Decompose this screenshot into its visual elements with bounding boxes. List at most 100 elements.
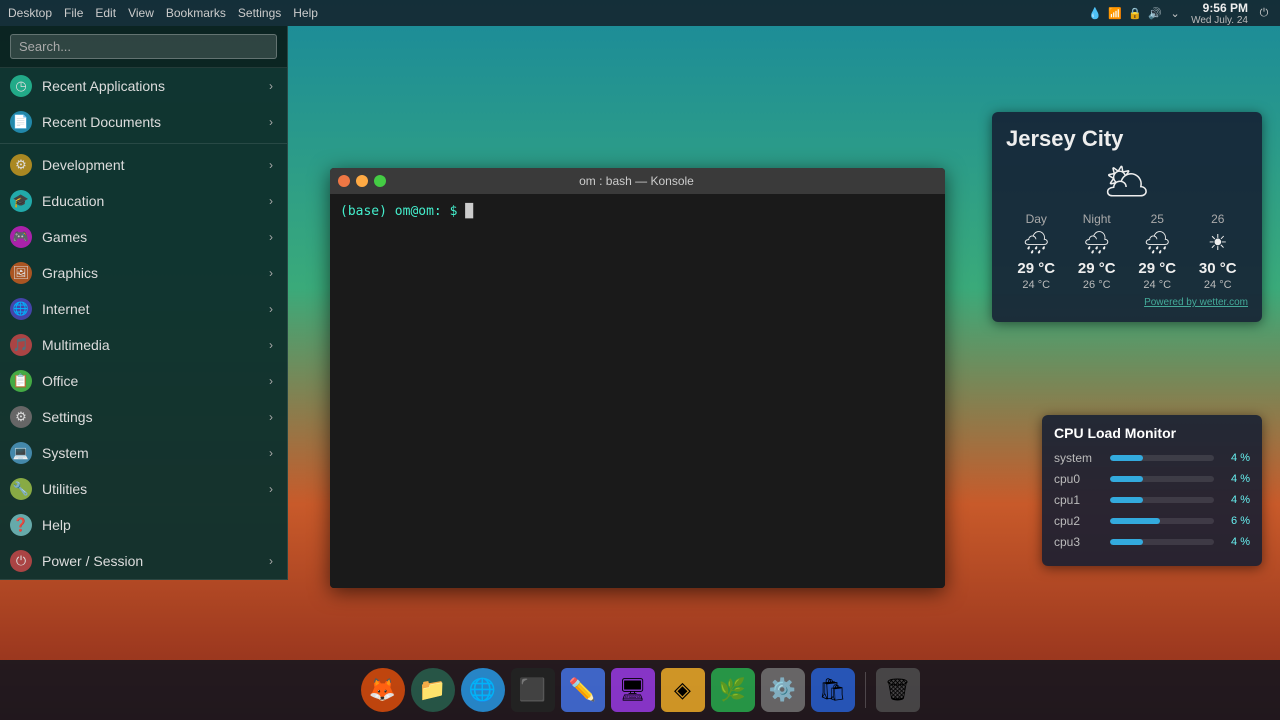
menu-label-multimedia: Multimedia <box>42 337 110 353</box>
dock-item-terminal[interactable]: ⬛ <box>511 668 555 712</box>
menu-icon-development: ⚙ <box>10 154 32 176</box>
dock: 🦊 📁 🌐 ⬛ ✏️ 🖥 ◈ 🌿 ⚙️ 🛍 🗑 <box>0 660 1280 720</box>
menu-arrow-power: › <box>269 554 273 568</box>
cpu-bar-system <box>1110 455 1143 461</box>
weather-day-label-2: 25 <box>1127 212 1188 226</box>
taskbar-top-left: Desktop File Edit View Bookmarks Setting… <box>8 6 318 20</box>
menu-item-help[interactable]: ❓ Help <box>0 507 287 543</box>
menu-arrow-recent-apps: › <box>269 79 273 93</box>
terminal-close-button[interactable] <box>338 175 350 187</box>
menu-label-recent-apps: Recent Applications <box>42 78 165 94</box>
menu-label-games: Games <box>42 229 87 245</box>
cpu-bar-bg-system <box>1110 455 1214 461</box>
menu-icon-recent-docs: 📄 <box>10 111 32 133</box>
cpu-bar-bg-cpu3 <box>1110 539 1214 545</box>
menu-item-utilities[interactable]: 🔧 Utilities › <box>0 471 287 507</box>
menu-item-education[interactable]: 🎓 Education › <box>0 183 287 219</box>
menu-item-left-graphics: 🖼 Graphics <box>10 262 98 284</box>
power-icon[interactable]: ⏻ <box>1256 5 1272 21</box>
menu-arrow-recent-docs: › <box>269 115 273 129</box>
search-input[interactable] <box>10 34 277 59</box>
weather-day-label-0: Day <box>1006 212 1067 226</box>
dock-item-sourcetree[interactable]: 🌿 <box>711 668 755 712</box>
terminal-window[interactable]: om : bash — Konsole (base) om@om: $ █ <box>330 168 945 588</box>
dock-item-pycharm[interactable]: 🖥 <box>611 668 655 712</box>
weather-day-icon-1: 🌧 <box>1067 230 1128 256</box>
menu-item-left-internet: 🌐 Internet <box>10 298 89 320</box>
dock-item-firefox[interactable]: 🦊 <box>361 668 405 712</box>
weather-day-2: 25 🌧 29 °C 24 °C <box>1127 212 1188 291</box>
weather-day-label-3: 26 <box>1188 212 1249 226</box>
dock-item-store[interactable]: 🛍 <box>811 668 855 712</box>
menu-item-left-settings: ⚙ Settings <box>10 406 93 428</box>
menu-search-bar <box>0 26 287 68</box>
menu-item-games[interactable]: 🎮 Games › <box>0 219 287 255</box>
lock-icon: 🔒 <box>1127 5 1143 21</box>
dock-item-trash[interactable]: 🗑 <box>876 668 920 712</box>
menu-label-settings: Settings <box>42 409 93 425</box>
menu-item-graphics[interactable]: 🖼 Graphics › <box>0 255 287 291</box>
cpu-row-system: system 4 % <box>1054 451 1250 465</box>
menu-arrow-system: › <box>269 446 273 460</box>
weather-day-low-2: 24 °C <box>1127 279 1188 291</box>
dock-item-sketch[interactable]: ◈ <box>661 668 705 712</box>
menu-arrow-settings: › <box>269 410 273 424</box>
weather-day-low-3: 24 °C <box>1188 279 1249 291</box>
menu-item-settings[interactable]: ⚙ Settings › <box>0 399 287 435</box>
menu-item-power[interactable]: ⏻ Power / Session › <box>0 543 287 579</box>
volume-icon: 🔊 <box>1147 5 1163 21</box>
menu-settings[interactable]: Settings <box>238 6 281 20</box>
menu-icon-multimedia: 🎵 <box>10 334 32 356</box>
dock-item-kate[interactable]: ✏️ <box>561 668 605 712</box>
menu-arrow-games: › <box>269 230 273 244</box>
menu-item-recent-apps[interactable]: ◷ Recent Applications › <box>0 68 287 104</box>
menu-item-multimedia[interactable]: 🎵 Multimedia › <box>0 327 287 363</box>
cpu-bar-bg-cpu2 <box>1110 518 1214 524</box>
menu-help[interactable]: Help <box>293 6 318 20</box>
menu-edit[interactable]: Edit <box>95 6 116 20</box>
cpu-pct-cpu3: 4 % <box>1220 536 1250 548</box>
taskbar-top-right: 💧 📶 🔒 🔊 ⌄ 9:56 PM Wed July. 24 ⏻ <box>1087 1 1272 26</box>
cpu-row-cpu2: cpu2 6 % <box>1054 514 1250 528</box>
weather-day-high-1: 29 °C <box>1067 260 1128 277</box>
menu-icon-education: 🎓 <box>10 190 32 212</box>
menu-item-development[interactable]: ⚙ Development › <box>0 147 287 183</box>
menu-view[interactable]: View <box>128 6 154 20</box>
chevron-down-icon[interactable]: ⌄ <box>1167 5 1183 21</box>
terminal-minimize-button[interactable] <box>356 175 368 187</box>
menu-label-recent-docs: Recent Documents <box>42 114 161 130</box>
weather-day-high-2: 29 °C <box>1127 260 1188 277</box>
menu-item-internet[interactable]: 🌐 Internet › <box>0 291 287 327</box>
tray-icons: 💧 📶 🔒 🔊 ⌄ <box>1087 5 1183 21</box>
menu-item-left-office: 📋 Office <box>10 370 78 392</box>
menu-item-system[interactable]: 💻 System › <box>0 435 287 471</box>
cpu-label-cpu2: cpu2 <box>1054 514 1104 528</box>
menu-arrow-development: › <box>269 158 273 172</box>
menu-item-left-development: ⚙ Development <box>10 154 125 176</box>
menu-label-system: System <box>42 445 89 461</box>
terminal-cursor: █ <box>465 204 473 219</box>
menu-item-recent-docs[interactable]: 📄 Recent Documents › <box>0 104 287 140</box>
menu-arrow-education: › <box>269 194 273 208</box>
dock-item-preferences[interactable]: ⚙️ <box>761 668 805 712</box>
menu-item-office[interactable]: 📋 Office › <box>0 363 287 399</box>
menu-file[interactable]: File <box>64 6 83 20</box>
weather-days: Day 🌧 29 °C 24 °C Night 🌧 29 °C 26 °C 25… <box>1006 212 1248 291</box>
dock-item-chrome[interactable]: 🌐 <box>461 668 505 712</box>
menu-item-left-system: 💻 System <box>10 442 89 464</box>
cpu-pct-cpu1: 4 % <box>1220 494 1250 506</box>
menu-icon-help: ❓ <box>10 514 32 536</box>
cpu-bar-cpu3 <box>1110 539 1143 545</box>
weather-day-low-1: 26 °C <box>1067 279 1128 291</box>
terminal-maximize-button[interactable] <box>374 175 386 187</box>
cpu-label-cpu3: cpu3 <box>1054 535 1104 549</box>
menu-icon-system: 💻 <box>10 442 32 464</box>
menu-bookmarks[interactable]: Bookmarks <box>166 6 226 20</box>
weather-powered-link[interactable]: Powered by wetter.com <box>1006 297 1248 308</box>
app-menu-label[interactable]: Desktop <box>8 6 52 20</box>
cpu-pct-system: 4 % <box>1220 452 1250 464</box>
clock-date: Wed July. 24 <box>1191 15 1248 26</box>
cpu-monitor-title: CPU Load Monitor <box>1054 425 1250 441</box>
dock-item-folder[interactable]: 📁 <box>411 668 455 712</box>
application-menu: ◷ Recent Applications › 📄 Recent Documen… <box>0 26 288 580</box>
